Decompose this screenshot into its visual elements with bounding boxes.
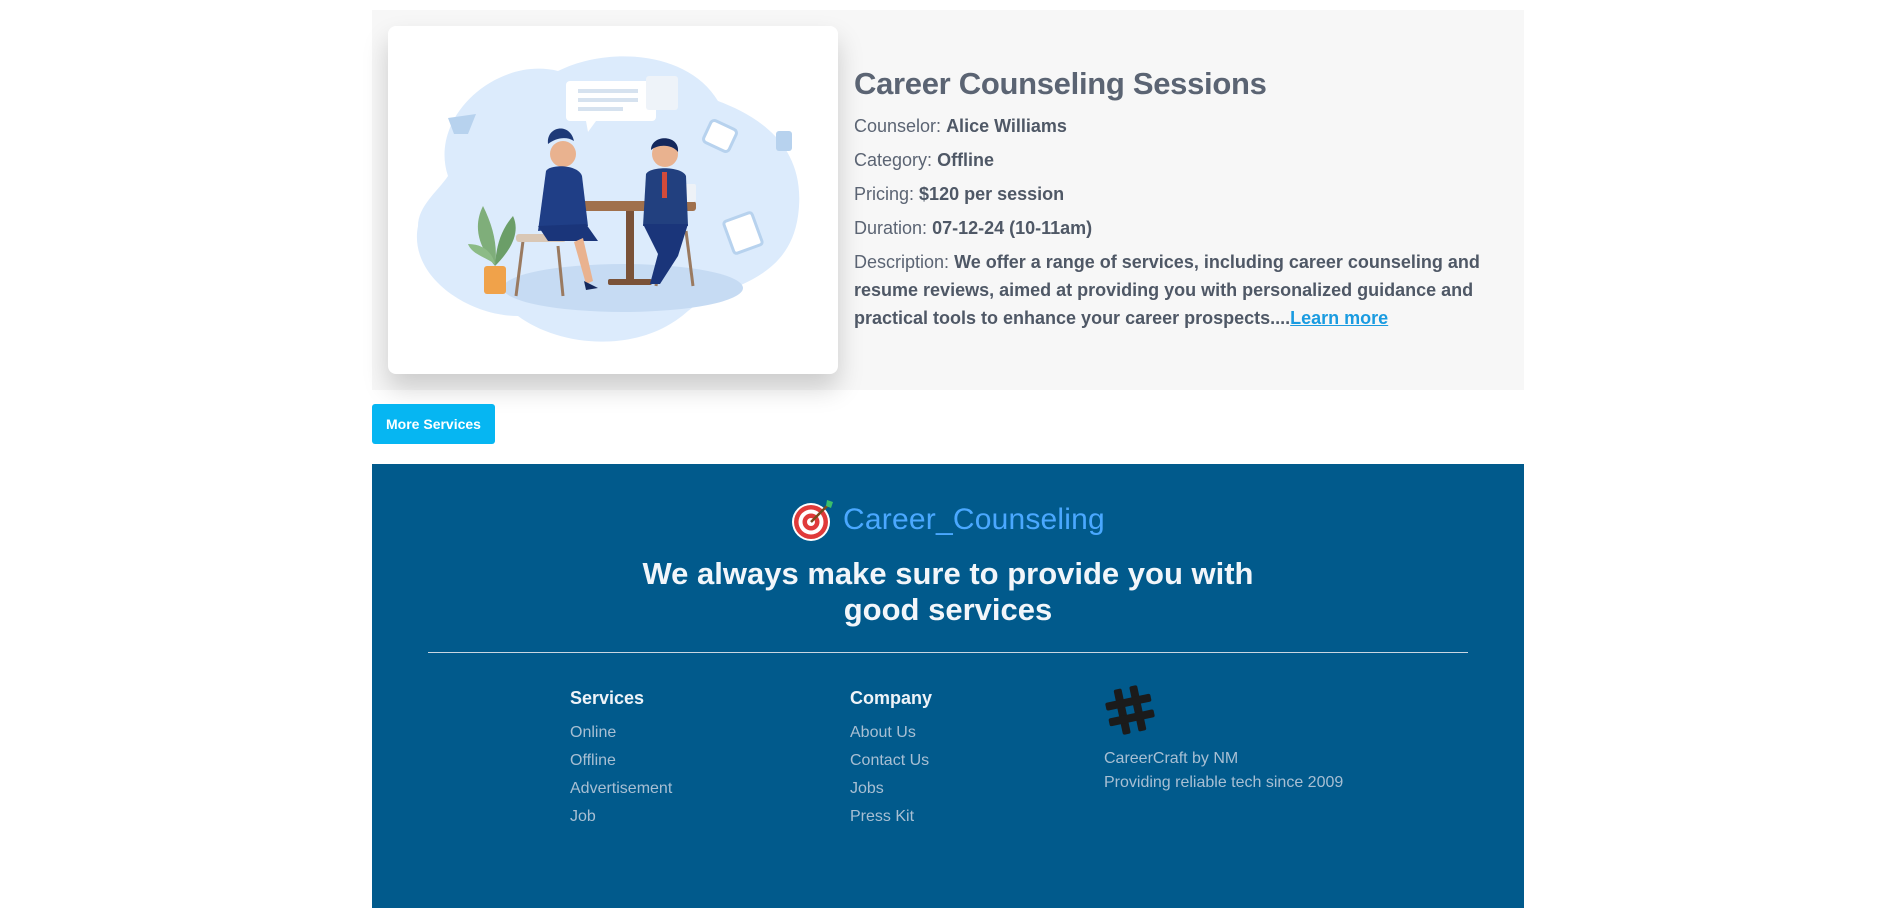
footer-link-job[interactable]: Job <box>570 803 672 831</box>
learn-more-link[interactable]: Learn more <box>1290 308 1388 328</box>
more-services-button[interactable]: More Services <box>372 404 495 444</box>
counselor-row: Counselor: Alice Williams <box>854 112 1504 140</box>
description-label: Description: <box>854 252 950 272</box>
counseling-illustration-icon <box>416 56 800 342</box>
footer-link-jobs[interactable]: Jobs <box>850 775 932 803</box>
page-wrapper: Career Counseling Sessions Counselor: Al… <box>372 10 1524 908</box>
service-image <box>388 26 838 374</box>
pricing-row: Pricing: $120 per session <box>854 180 1504 208</box>
target-icon <box>792 500 834 541</box>
footer-link-online[interactable]: Online <box>570 719 672 747</box>
service-info: Career Counseling Sessions Counselor: Al… <box>854 66 1504 332</box>
tagline-line-2: good services <box>843 592 1053 627</box>
duration-value: 07-12-24 (10-11am) <box>932 218 1093 238</box>
category-value: Offline <box>937 150 995 170</box>
hashtag-icon <box>1105 685 1155 735</box>
footer-divider <box>428 652 1468 653</box>
footer-about-column: CareerCraft by NM Providing reliable tec… <box>1104 684 1343 795</box>
footer-tagline: We always make sure to provide you with … <box>372 556 1524 628</box>
counselor-label: Counselor: <box>854 116 942 136</box>
duration-label: Duration: <box>854 218 928 238</box>
footer-link-contact-us[interactable]: Contact Us <box>850 747 932 775</box>
footer-services-column: Services Online Offline Advertisement Jo… <box>570 688 672 831</box>
services-heading: Services <box>570 688 645 708</box>
footer-link-offline[interactable]: Offline <box>570 747 672 775</box>
duration-row: Duration: 07-12-24 (10-11am) <box>854 214 1504 242</box>
footer-brand: Career_Counseling <box>372 498 1524 547</box>
footer-link-about-us[interactable]: About Us <box>850 719 932 747</box>
about-company-tagline: Providing reliable tech since 2009 <box>1104 774 1344 791</box>
service-card: Career Counseling Sessions Counselor: Al… <box>372 10 1524 390</box>
brand-name: Career_Counseling <box>843 503 1105 536</box>
about-company-name: CareerCraft by NM <box>1104 750 1239 767</box>
footer-link-press-kit[interactable]: Press Kit <box>850 803 932 831</box>
footer-company-column: Company About Us Contact Us Jobs Press K… <box>850 688 932 831</box>
site-footer: Career_Counseling We always make sure to… <box>372 464 1524 908</box>
description-row: Description: We offer a range of service… <box>854 248 1504 332</box>
service-title: Career Counseling Sessions <box>854 66 1267 101</box>
company-heading: Company <box>850 688 933 708</box>
pricing-value: $120 per session <box>919 184 1065 204</box>
footer-link-advertisement[interactable]: Advertisement <box>570 775 672 803</box>
category-row: Category: Offline <box>854 146 1504 174</box>
tagline-line-1: We always make sure to provide you with <box>642 556 1254 591</box>
pricing-label: Pricing: <box>854 184 915 204</box>
counselor-value: Alice Williams <box>946 116 1067 136</box>
category-label: Category: <box>854 150 933 170</box>
